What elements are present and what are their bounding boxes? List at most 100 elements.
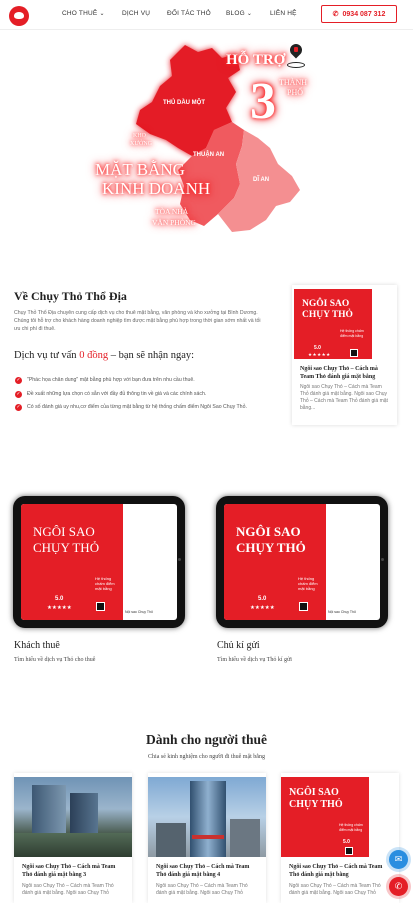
tablet-khach-thue[interactable]: NGÔI SAO CHỤY THỎ Hệ thống chấm điểm mặt… [13, 496, 185, 628]
tablet-heading: Khách thuê [14, 640, 60, 651]
card-sub: Hệ thống chấm điểm mặt bằng [340, 329, 364, 338]
rabbit-logo[interactable] [9, 6, 29, 26]
region-label: DĨ AN [253, 177, 270, 183]
kho-word: KHO [133, 133, 146, 139]
chevron-down-icon: ⌄ [99, 11, 105, 17]
card-sub: Hệ thống chấm điểm mặt bằng [95, 576, 115, 591]
support-number: 3 [250, 73, 276, 130]
messenger-button[interactable]: ✉ [389, 850, 408, 869]
side-post-card[interactable]: NGÔI SAO CHỤY THỎ Hệ thống chấm điểm mặt… [292, 285, 397, 425]
card-rating: 5.0 [258, 596, 267, 602]
tablet-link[interactable]: Tìm hiểu về dịch vụ Thỏ kí gửi [217, 657, 292, 663]
region-label: THỦ DẦU MỘT [163, 100, 205, 106]
screen-link: Nội sao Chụy Thỏ [328, 610, 356, 614]
province-map [136, 45, 300, 232]
thanh-word: THÀNH [279, 78, 307, 87]
card-stars: ★★★★★ [250, 605, 275, 611]
qr-badge-icon [96, 602, 105, 611]
check-icon: ✓ [15, 377, 22, 384]
toa-nha-word: TÒA NHÀ [155, 207, 189, 216]
renters-subtitle: Chia sẻ kinh nghiệm cho người đi thuê mặ… [148, 754, 265, 760]
nav-label: CHO THUÊ [62, 10, 98, 17]
qr-badge-icon [345, 847, 353, 855]
nav-dich-vu[interactable]: DỊCH VỤ [122, 10, 150, 17]
card-line2: CHỤY THỎ [289, 799, 343, 810]
building-photo [148, 777, 266, 857]
screen-link: Nội sao Chụy Thỏ [125, 610, 153, 614]
post-thumbnail: NGÔI SAO CHỤY THỎ Hệ thống chấm điểm mặt… [294, 289, 372, 359]
tablet-red-panel [224, 504, 326, 620]
messenger-icon: ✉ [394, 854, 403, 864]
side-post-excerpt: Ngôi sao Chụy Thỏ – Cách mà Team Thỏ đán… [300, 384, 388, 411]
benefit-item: ✓ Có số đánh giá uy nhu,cơ điểm của từng… [15, 404, 265, 412]
card-line2: CHỤY THỎ [302, 310, 353, 320]
consult-heading: Dịch vụ tư vấn 0 đồng – bạn sẽ nhận ngay… [14, 350, 194, 361]
tablet-red-panel [21, 504, 123, 620]
post-thumbnail: NGÔI SAO CHỤY THỎ Hệ thống chấm điểm mặt… [281, 777, 369, 857]
nav-label: LIÊN HỆ [270, 10, 297, 17]
side-post-title[interactable]: Ngôi sao Chụy Thỏ – Cách mà Team Thỏ đán… [300, 365, 390, 381]
nav-blog[interactable]: BLOG ⌄ [226, 10, 252, 17]
post-card[interactable]: Ngôi sao Chụy Thỏ – Cách mà Team Thỏ đán… [14, 773, 132, 903]
nav-cho-thue[interactable]: CHO THUÊ ⌄ [62, 10, 105, 17]
post-excerpt: Ngôi sao Chụy Thỏ – Cách mà Team Thỏ đán… [289, 883, 381, 896]
card-sub: Hệ thống chấm điểm mặt bằng [339, 823, 363, 832]
chevron-down-icon: ⌄ [246, 11, 253, 17]
benefit-item: ✓ "Phác họa chân dung" mặt bằng phù hợp … [15, 377, 265, 385]
call-icon: ✆ [394, 881, 403, 891]
nav-lien-he[interactable]: LIÊN HỆ [270, 10, 297, 17]
consult-prefix: Dịch vụ tư vấn [14, 350, 77, 361]
camera-icon [178, 558, 181, 561]
about-title: Về Chụy Thỏ Thổ Địa [14, 289, 127, 303]
about-text: Chụy Thỏ Thổ Địa chuyên cung cấp dịch vụ… [14, 310, 261, 332]
consult-suffix: – bạn sẽ nhận ngay: [110, 350, 195, 361]
tablet-chu-ki-gui[interactable]: NGÔI SAO CHỤY THỎ Hệ thống chấm điểm mặt… [216, 496, 388, 628]
support-word: HỖ TRỢ [226, 52, 286, 68]
call-button[interactable]: ✆ [389, 877, 408, 896]
map-pin-icon [287, 41, 305, 72]
phone-number: 0934 087 312 [342, 10, 386, 18]
phone-icon: ✆ [332, 11, 339, 18]
benefit-text: Có số đánh giá uy nhu,cơ điểm của từng m… [27, 404, 247, 410]
renters-title: Dành cho người thuê [146, 732, 267, 747]
card-line2: CHỤY THỎ [236, 540, 306, 555]
card-line1: NGÔI SAO [33, 524, 95, 539]
nav-label: DỊCH VỤ [122, 10, 151, 17]
mat-bang-word: MẶT BẰNG [95, 160, 185, 179]
post-title[interactable]: Ngôi sao Chụy Thỏ – Cách mà Team Thỏ đán… [289, 863, 393, 879]
tablet-heading: Chủ kí gửi [217, 640, 260, 651]
post-excerpt: Ngôi sao Chụy Thỏ – Cách mà Team Thỏ đán… [156, 883, 248, 896]
post-card[interactable]: NGÔI SAO CHỤY THỎ Hệ thống chấm điểm mặt… [281, 773, 399, 903]
card-rating: 5.0 [343, 839, 350, 845]
card-line1: NGÔI SAO [302, 299, 350, 309]
post-card[interactable]: Ngôi sao Chụy Thỏ – Cách mà Team Thỏ đán… [148, 773, 266, 903]
check-icon: ✓ [15, 404, 22, 411]
benefit-text: "Phác họa chân dung" mặt bằng phù hợp vớ… [27, 377, 195, 383]
region-label: THUẬN AN [193, 152, 225, 158]
site-header: CHO THUÊ ⌄ DỊCH VỤ ĐỐI TÁC THỎ BLOG ⌄ LIÊN… [0, 0, 413, 30]
benefit-item: ✓ Đề xuất những lựa chọn có sẵn với đầy … [15, 391, 265, 399]
card-line2: CHỤY THỎ [33, 540, 100, 555]
tablet-link[interactable]: Tìm hiểu về dịch vụ Thỏ cho thuê [14, 657, 95, 663]
xuong-word: XƯỞNG [130, 141, 152, 147]
tablet-screen: NGÔI SAO CHỤY THỎ Hệ thống chấm điểm mặt… [21, 504, 177, 620]
benefit-text: Đề xuất những lựa chọn có sẵn với đầy đủ… [27, 391, 207, 397]
van-phong-word: VĂN PHÒNG [152, 218, 196, 227]
post-title[interactable]: Ngôi sao Chụy Thỏ – Cách mà Team Thỏ đán… [156, 863, 260, 879]
card-rating: 5.0 [314, 345, 321, 351]
check-icon: ✓ [15, 391, 22, 398]
consult-free: 0 đồng [79, 350, 109, 361]
card-stars: ★★★★★ [47, 605, 72, 611]
phone-button[interactable]: ✆ 0934 087 312 [321, 5, 397, 23]
card-rating: 5.0 [55, 596, 64, 602]
nav-label: ĐỐI TÁC THỎ [167, 10, 211, 17]
card-line1: NGÔI SAO [236, 524, 301, 539]
card-line1: NGÔI SAO [289, 787, 339, 798]
nav-label: BLOG [226, 10, 245, 17]
tablet-screen: NGÔI SAO CHỤY THỎ Hệ thống chấm điểm mặt… [224, 504, 380, 620]
post-title[interactable]: Ngôi sao Chụy Thỏ – Cách mà Team Thỏ đán… [22, 863, 126, 879]
kinh-doanh-word: KINH DOANH [102, 179, 211, 198]
nav-doi-tac-tho[interactable]: ĐỐI TÁC THỎ [167, 10, 211, 17]
camera-icon [381, 558, 384, 561]
qr-badge-icon [299, 602, 308, 611]
